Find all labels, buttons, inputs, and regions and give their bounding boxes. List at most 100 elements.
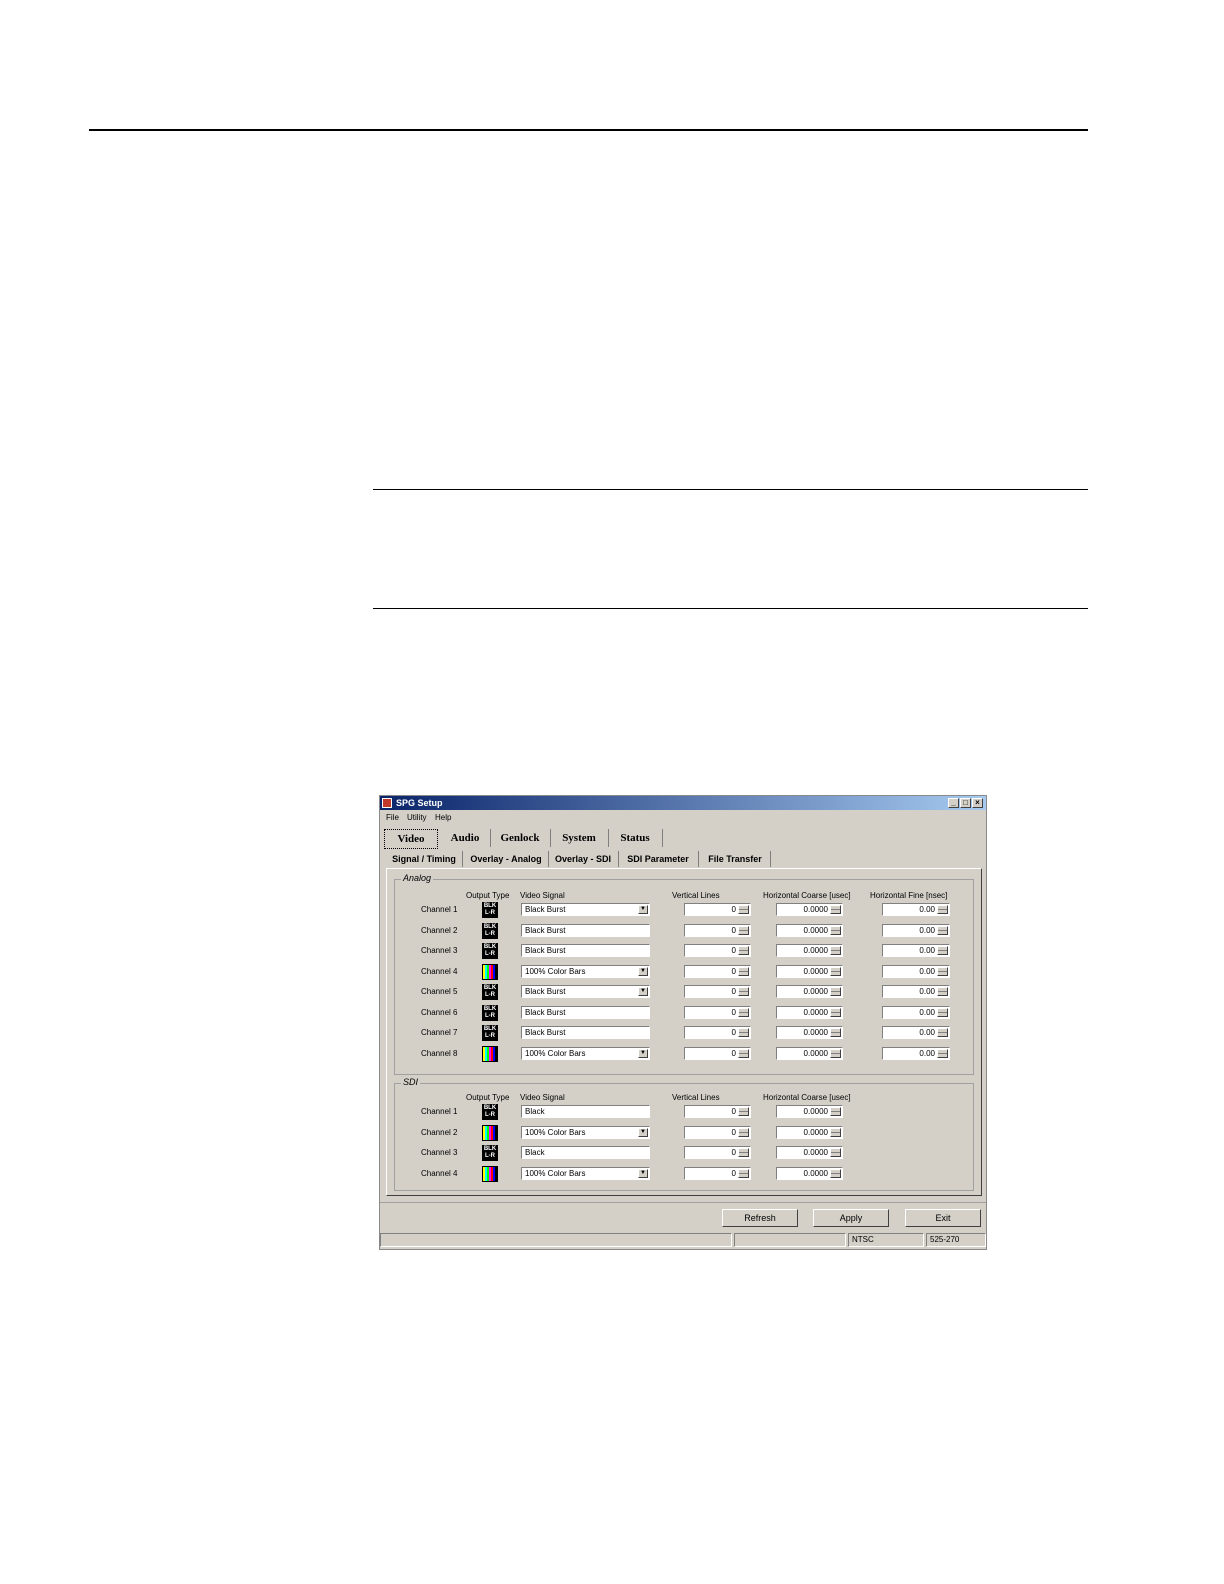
video-signal-select[interactable]: Black Burst ▼	[521, 985, 650, 998]
vertical-lines-spinner[interactable]: 0	[684, 964, 751, 978]
chevron-down-icon[interactable]: ▼	[638, 1168, 648, 1178]
tab-audio[interactable]: Audio	[440, 829, 491, 847]
horizontal-coarse-spinner[interactable]: 0.0000	[776, 1026, 843, 1039]
spinner-arrows-icon[interactable]	[738, 1007, 749, 1017]
spinner-arrows-icon[interactable]	[937, 987, 948, 996]
tab-file-transfer[interactable]: File Transfer	[700, 851, 771, 867]
spinner-arrows-icon[interactable]	[738, 1048, 749, 1058]
vertical-lines-spinner[interactable]: 0	[684, 985, 751, 998]
video-signal-field[interactable]: Black	[521, 1105, 650, 1118]
spinner-arrows-icon[interactable]	[937, 966, 948, 976]
maximize-button[interactable]: □	[960, 798, 971, 808]
spinner-arrows-icon[interactable]	[830, 1168, 841, 1178]
horizontal-fine-spinner[interactable]: 0.00	[882, 1026, 950, 1039]
horizontal-fine-spinner[interactable]: 0.00	[882, 964, 950, 978]
horizontal-fine-spinner[interactable]: 0.00	[882, 1046, 950, 1060]
title-bar[interactable]: SPG Setup _ □ ×	[380, 796, 986, 810]
spinner-arrows-icon[interactable]	[830, 966, 841, 976]
tab-video[interactable]: Video	[384, 829, 438, 849]
video-signal-select[interactable]: 100% Color Bars ▼	[521, 964, 650, 978]
tab-overlay-analog[interactable]: Overlay - Analog	[464, 851, 549, 867]
video-signal-select[interactable]: 100% Color Bars ▼	[521, 1125, 650, 1139]
tab-status[interactable]: Status	[608, 829, 663, 847]
video-signal-field[interactable]: Black Burst	[521, 944, 650, 957]
exit-button[interactable]: Exit	[905, 1209, 981, 1227]
video-signal-field[interactable]: Black Burst	[521, 1005, 650, 1019]
horizontal-coarse-spinner[interactable]: 0.0000	[776, 1105, 843, 1118]
spinner-arrows-icon[interactable]	[937, 925, 948, 935]
horizontal-fine-spinner[interactable]: 0.00	[882, 1005, 950, 1019]
spinner-arrows-icon[interactable]	[738, 1028, 749, 1037]
horizontal-fine-spinner[interactable]: 0.00	[882, 985, 950, 998]
vertical-lines-spinner[interactable]: 0	[684, 1146, 751, 1159]
horizontal-fine-spinner[interactable]: 0.00	[882, 944, 950, 957]
spinner-arrows-icon[interactable]	[830, 1127, 841, 1137]
refresh-button[interactable]: Refresh	[722, 1209, 798, 1227]
vertical-lines-spinner[interactable]: 0	[684, 1105, 751, 1118]
spinner-arrows-icon[interactable]	[738, 987, 749, 996]
video-signal-select[interactable]: 100% Color Bars ▼	[521, 1166, 650, 1180]
spinner-arrows-icon[interactable]	[830, 987, 841, 996]
horizontal-coarse-spinner[interactable]: 0.0000	[776, 903, 843, 916]
menu-utility[interactable]: Utility	[407, 813, 427, 822]
tab-genlock[interactable]: Genlock	[490, 829, 551, 847]
spinner-arrows-icon[interactable]	[830, 925, 841, 935]
horizontal-coarse-spinner[interactable]: 0.0000	[776, 1125, 843, 1139]
horizontal-coarse-spinner[interactable]: 0.0000	[776, 1166, 843, 1180]
menu-help[interactable]: Help	[435, 813, 451, 822]
spinner-arrows-icon[interactable]	[738, 1168, 749, 1178]
spinner-arrows-icon[interactable]	[738, 1107, 749, 1116]
vertical-lines-spinner[interactable]: 0	[684, 1166, 751, 1180]
video-signal-field[interactable]: Black Burst	[521, 923, 650, 937]
vertical-lines-spinner[interactable]: 0	[684, 1005, 751, 1019]
vertical-lines-spinner[interactable]: 0	[684, 903, 751, 916]
tab-overlay-sdi[interactable]: Overlay - SDI	[548, 851, 619, 867]
chevron-down-icon[interactable]: ▼	[638, 905, 648, 914]
spinner-arrows-icon[interactable]	[937, 1048, 948, 1058]
spinner-arrows-icon[interactable]	[830, 1028, 841, 1037]
video-signal-select[interactable]: 100% Color Bars ▼	[521, 1046, 650, 1060]
tab-sdi-parameter[interactable]: SDI Parameter	[618, 851, 699, 867]
horizontal-coarse-spinner[interactable]: 0.0000	[776, 964, 843, 978]
spinner-arrows-icon[interactable]	[830, 905, 841, 914]
spinner-arrows-icon[interactable]	[937, 1028, 948, 1037]
spinner-arrows-icon[interactable]	[830, 946, 841, 955]
spinner-arrows-icon[interactable]	[937, 905, 948, 914]
horizontal-coarse-spinner[interactable]: 0.0000	[776, 1146, 843, 1159]
apply-button[interactable]: Apply	[813, 1209, 889, 1227]
horizontal-coarse-spinner[interactable]: 0.0000	[776, 1005, 843, 1019]
spinner-arrows-icon[interactable]	[830, 1107, 841, 1116]
spinner-arrows-icon[interactable]	[738, 1148, 749, 1157]
horizontal-fine-spinner[interactable]: 0.00	[882, 903, 950, 916]
tab-signal-timing[interactable]: Signal / Timing	[386, 851, 463, 867]
video-signal-select[interactable]: Black Burst ▼	[521, 903, 650, 916]
close-button[interactable]: ×	[972, 798, 983, 808]
spinner-arrows-icon[interactable]	[738, 1127, 749, 1137]
spinner-arrows-icon[interactable]	[738, 925, 749, 935]
video-signal-field[interactable]: Black Burst	[521, 1026, 650, 1039]
vertical-lines-spinner[interactable]: 0	[684, 1046, 751, 1060]
minimize-button[interactable]: _	[948, 798, 959, 808]
spinner-arrows-icon[interactable]	[738, 966, 749, 976]
spinner-arrows-icon[interactable]	[937, 946, 948, 955]
horizontal-coarse-spinner[interactable]: 0.0000	[776, 923, 843, 937]
horizontal-fine-spinner[interactable]: 0.00	[882, 923, 950, 937]
spinner-arrows-icon[interactable]	[830, 1007, 841, 1017]
chevron-down-icon[interactable]: ▼	[638, 1048, 648, 1058]
spinner-arrows-icon[interactable]	[738, 905, 749, 914]
vertical-lines-spinner[interactable]: 0	[684, 1026, 751, 1039]
vertical-lines-spinner[interactable]: 0	[684, 944, 751, 957]
menu-file[interactable]: File	[386, 813, 399, 822]
vertical-lines-spinner[interactable]: 0	[684, 1125, 751, 1139]
spinner-arrows-icon[interactable]	[830, 1048, 841, 1058]
vertical-lines-spinner[interactable]: 0	[684, 923, 751, 937]
video-signal-field[interactable]: Black	[521, 1146, 650, 1159]
spinner-arrows-icon[interactable]	[738, 946, 749, 955]
horizontal-coarse-spinner[interactable]: 0.0000	[776, 944, 843, 957]
chevron-down-icon[interactable]: ▼	[638, 987, 648, 996]
spinner-arrows-icon[interactable]	[937, 1007, 948, 1017]
spinner-arrows-icon[interactable]	[830, 1148, 841, 1157]
chevron-down-icon[interactable]: ▼	[638, 1127, 648, 1137]
tab-system[interactable]: System	[550, 829, 609, 847]
chevron-down-icon[interactable]: ▼	[638, 966, 648, 976]
